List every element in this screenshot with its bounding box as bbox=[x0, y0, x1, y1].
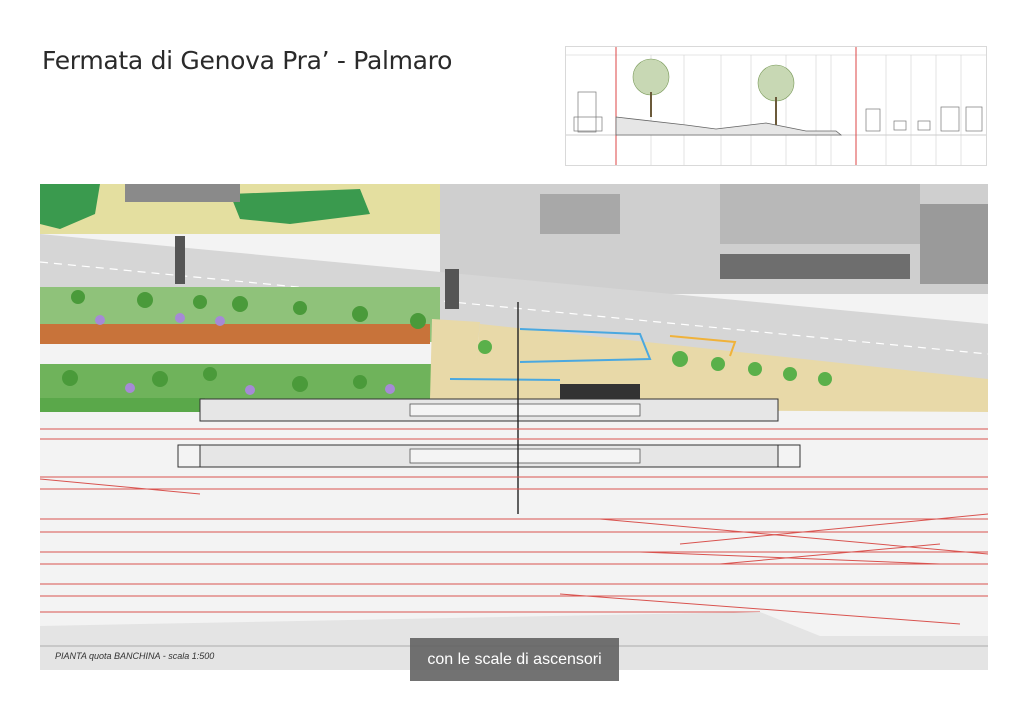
cross-section-svg bbox=[566, 47, 986, 165]
station-plan-drawing bbox=[40, 184, 988, 670]
slide-title: Fermata di Genova Pra’ - Palmaro bbox=[42, 46, 453, 75]
tree-icon bbox=[632, 58, 670, 96]
tree-icon bbox=[757, 64, 795, 102]
plan-caption: PIANTA quota BANCHINA - scala 1:500 bbox=[55, 651, 215, 661]
station-plan-svg bbox=[40, 184, 988, 670]
video-subtitle: con le scale di ascensori bbox=[410, 638, 619, 681]
cross-section-drawing bbox=[565, 46, 987, 166]
